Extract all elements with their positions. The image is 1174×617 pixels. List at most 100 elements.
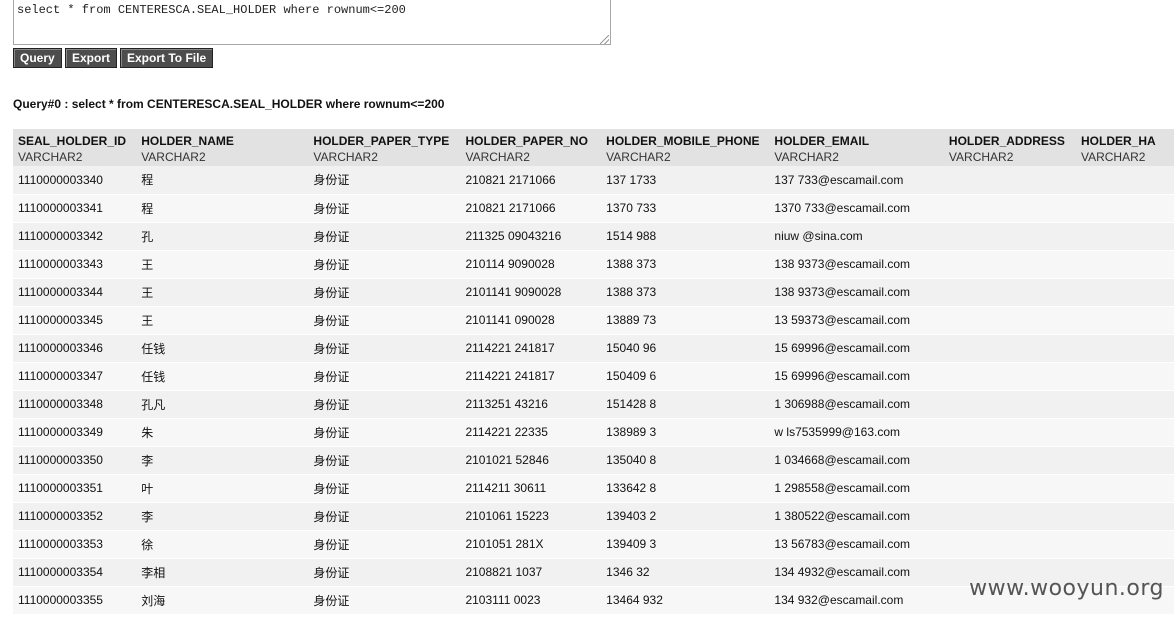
table-cell: 13 59373@escamail.com [769,306,944,335]
table-cell: 身份证 [308,362,461,391]
table-cell: 2101051 281X [460,530,602,559]
sql-editor[interactable]: select * from CENTERESCA.SEAL_HOLDER whe… [13,0,611,45]
table-cell: 身份证 [308,390,461,419]
table-cell: 1 034668@escamail.com [769,446,944,475]
table-cell: 任钱 [136,362,309,391]
table-row: 1110000003342 孔身份证 211325 09043216 1514 988… [13,222,1174,251]
table-cell: 1370 733 [601,194,770,223]
table-cell [1075,222,1174,251]
table-cell: 134 932@escamail.com [769,586,944,615]
table-cell: 135040 8 [601,446,770,475]
table-cell: 1110000003341 [13,194,137,223]
table-cell: 程 [136,194,309,223]
table-cell: 李相 [136,558,309,587]
table-body: 1110000003340 程身份证 210821 2171066 137 1733 1… [13,166,1174,615]
column-name: HOLDER_NAME [141,134,234,148]
table-cell: 身份证 [308,558,461,587]
table-row: 1110000003353 徐身份证 2101051 281X 139409 3 13 … [13,530,1174,559]
table-cell: 1 380522@escamail.com [769,502,944,531]
table-cell: 王 [136,306,309,335]
table-cell [1075,334,1174,363]
table-cell: 1110000003349 [13,418,137,447]
table-cell: 210821 2171066 [460,166,602,195]
table-cell [1075,390,1174,419]
table-cell [943,222,1076,251]
table-cell: 1110000003348 [13,390,137,419]
table-cell [1075,362,1174,391]
table-cell: 1370 733@escamail.com [769,194,944,223]
column-type: VARCHAR2 [18,150,83,164]
table-cell: 身份证 [308,278,461,307]
table-row: 1110000003341 程身份证 210821 2171066 1370 733 1… [13,194,1174,223]
table-cell: 身份证 [308,306,461,335]
table-header-row: SEAL_HOLDER_ID VARCHAR2 HOLDER_NAME VARCHAR… [13,129,1174,166]
table-cell: 身份证 [308,446,461,475]
table-cell: 210821 2171066 [460,194,602,223]
result-table: SEAL_HOLDER_ID VARCHAR2 HOLDER_NAME VARCHAR… [13,129,1174,615]
table-cell: 朱 [136,418,309,447]
column-type: VARCHAR2 [774,150,839,164]
table-cell: 1110000003344 [13,278,137,307]
table-row: 1110000003347 任钱 身份证 2114221 241817 150409 6… [13,362,1174,391]
column-type: VARCHAR2 [948,150,1014,164]
table-cell: 13464 932 [601,586,770,615]
table-cell: 李 [136,446,309,475]
table-cell: 138989 3 [601,418,770,447]
export-to-file-button[interactable]: Export To File [120,48,214,68]
column-header-holder-ha: HOLDER_HA VARCHAR2 [1075,129,1174,166]
table-cell: 1346 32 [601,558,770,587]
table-cell: 李 [136,502,309,531]
table-cell [943,446,1076,475]
textarea-resize-handle[interactable] [600,35,609,44]
table-cell: 身份证 [308,334,461,363]
column-type: VARCHAR2 [1080,150,1146,164]
table-cell: 1110000003350 [13,446,137,475]
table-cell: 孔凡 [136,390,309,419]
query-button[interactable]: Query [13,48,62,68]
table-cell: 138 9373@escamail.com [769,278,944,307]
table-cell: 210114 9090028 [460,250,602,279]
table-cell: 1110000003342 [13,222,137,251]
table-cell: 身份证 [308,586,461,615]
table-cell: 2108821 1037 [460,558,602,587]
table-cell: w ls7535999@163.com [769,418,944,447]
table-cell: 134 4932@escamail.com [769,558,944,587]
table-row: 1110000003340 程身份证 210821 2171066 137 1733 1… [13,166,1174,195]
table-cell: 1110000003355 [13,586,137,615]
table-row: 1110000003343 王身份证 210114 9090028 1388 373 1… [13,250,1174,279]
column-name: HOLDER_PAPER_NO [465,134,588,148]
table-cell: 王 [136,250,309,279]
table-cell: 137 733@escamail.com [769,166,944,195]
column-header-holder-email: HOLDER_EMAIL VARCHAR2 [769,129,944,166]
table-cell: 2103111 0023 [460,586,602,615]
column-name: HOLDER_HA [1080,134,1156,148]
table-cell: 任钱 [136,334,309,363]
table-cell: 1 298558@escamail.com [769,474,944,503]
table-cell [1075,446,1174,475]
column-name: HOLDER_MOBILE_PHONE [606,134,760,148]
table-cell: 13889 73 [601,306,770,335]
column-type: VARCHAR2 [465,150,530,164]
table-row: 1110000003346 任钱 身份证 2114221 241817 15040 96… [13,334,1174,363]
table-cell [943,194,1076,223]
table-cell [943,418,1076,447]
column-header-holder-paper-type: HOLDER_PAPER_TYPE VARCHAR2 [308,129,461,166]
table-cell: 15 69996@escamail.com [769,362,944,391]
table-cell: 程 [136,166,309,195]
export-button[interactable]: Export [65,48,118,68]
table-cell: 1110000003354 [13,558,137,587]
table-cell: 身份证 [308,502,461,531]
table-cell: 13 56783@escamail.com [769,530,944,559]
table-cell: 1388 373 [601,278,770,307]
table-cell: 1110000003353 [13,530,137,559]
table-row: 1110000003344 王身份证 2101141 9090028 1388 373… [13,278,1174,307]
table-cell: 身份证 [308,222,461,251]
table-cell [943,474,1076,503]
table-cell: 15 69996@escamail.com [769,334,944,363]
table-cell [1075,194,1174,223]
table-cell: 刘海 [136,586,309,615]
table-cell [943,250,1076,279]
table-cell: 1110000003345 [13,306,137,335]
column-header-holder-paper-no: HOLDER_PAPER_NO VARCHAR2 [460,129,602,166]
table-cell: 2113251 43216 [460,390,602,419]
